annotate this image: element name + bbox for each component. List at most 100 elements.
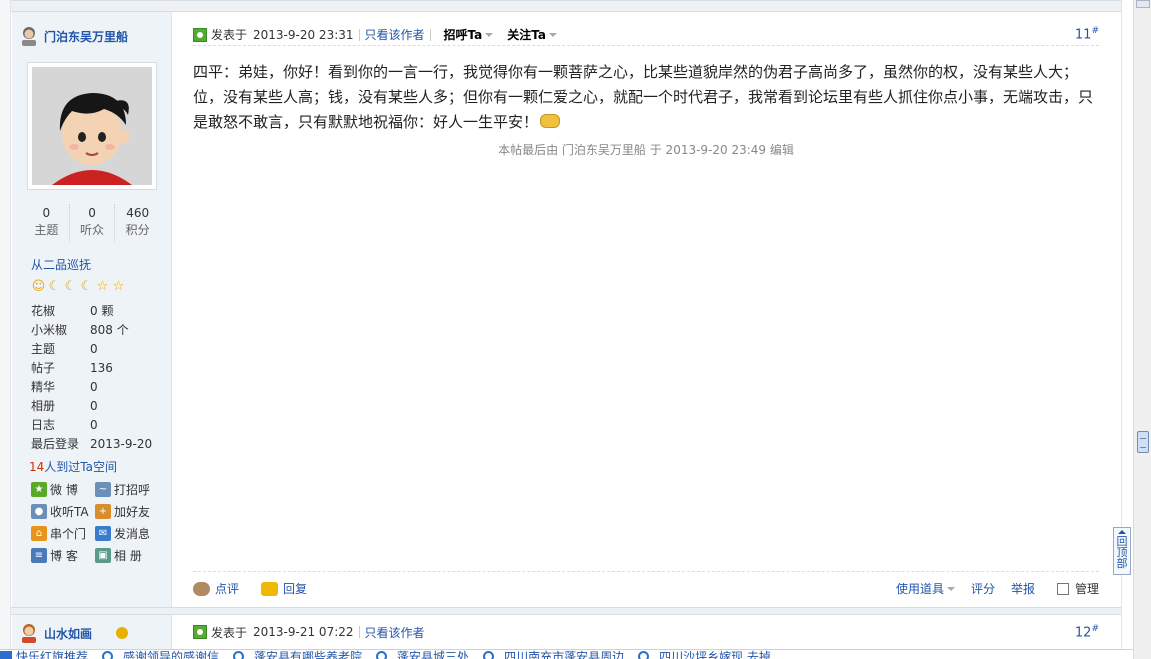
action-label: 串个门 bbox=[50, 527, 87, 541]
stat-threads[interactable]: 0 主题 bbox=[24, 204, 70, 242]
weibo-icon: ★ bbox=[31, 482, 47, 497]
floor-number[interactable]: 11# bbox=[1075, 26, 1099, 42]
floor-mark: # bbox=[1091, 26, 1099, 37]
message-button[interactable]: ✉ 发消息 bbox=[95, 525, 165, 542]
post-author-icon bbox=[193, 27, 207, 42]
album-button[interactable]: ▣ 相 册 bbox=[95, 547, 165, 564]
scrollbar-thumb[interactable] bbox=[1137, 431, 1149, 453]
author-name[interactable]: 门泊东吴万里船 bbox=[44, 28, 128, 45]
visits-text: 人到过Ta空间 bbox=[44, 460, 117, 474]
manage-checkbox[interactable]: 管理 bbox=[1056, 580, 1099, 597]
manage-label: 管理 bbox=[1074, 582, 1099, 596]
posted-date: 2013-9-20 23:31 bbox=[253, 27, 354, 42]
edit-note: 本帖最后由 门泊东吴万里船 于 2013-9-20 23:49 编辑 bbox=[498, 143, 794, 157]
action-label: 微 博 bbox=[50, 483, 78, 497]
posted-label: 发表于 bbox=[211, 625, 248, 640]
prop-key: 花椒 bbox=[31, 304, 56, 318]
rank-title[interactable]: 从二品巡抚 bbox=[31, 256, 91, 273]
action-label: 加好友 bbox=[114, 505, 151, 519]
wave-icon: ~ bbox=[95, 482, 111, 497]
bottom-link-label: 四川南充市蓬安县周边 bbox=[504, 650, 625, 659]
bottom-link-label: 感谢领导的感谢信 bbox=[123, 650, 220, 659]
stat-label: 积分 bbox=[125, 223, 150, 237]
floor-number[interactable]: 12# bbox=[1075, 624, 1099, 640]
message-icon: ✉ bbox=[95, 526, 111, 541]
prop-value: 2013-9-20 bbox=[90, 437, 153, 451]
weibo-button[interactable]: ★ 微 博 bbox=[31, 481, 95, 498]
scroll-up-arrow[interactable] bbox=[1136, 0, 1150, 8]
only-author-link[interactable]: 只看该作者 bbox=[365, 26, 425, 43]
reply-icon bbox=[261, 581, 279, 596]
handshake-icon bbox=[540, 114, 561, 128]
visit-button[interactable]: ⌂ 串个门 bbox=[31, 525, 95, 542]
prop-key: 精华 bbox=[31, 380, 56, 394]
posted-date: 2013-9-21 07:22 bbox=[253, 625, 354, 639]
home-icon: ⌂ bbox=[31, 526, 47, 541]
comment-label: 点评 bbox=[215, 582, 240, 596]
blog-icon: ≡ bbox=[31, 548, 47, 563]
listen-button[interactable]: ● 收听TA bbox=[31, 503, 95, 520]
stat-value: 460 bbox=[126, 206, 150, 220]
link-icon bbox=[102, 651, 114, 659]
avatar[interactable] bbox=[27, 62, 157, 190]
author-row: 门泊东吴万里船 bbox=[18, 24, 128, 48]
author-stats: 0 主题 0 听众 460 积分 bbox=[24, 204, 160, 242]
bottom-link[interactable]: 蓬安县有哪些养老院 bbox=[233, 650, 362, 659]
author-row: 山水如画 bbox=[18, 622, 129, 644]
blog-button[interactable]: ≡ 博 客 bbox=[31, 547, 95, 564]
floor-value: 12 bbox=[1074, 625, 1092, 641]
star-icon: ☆ bbox=[112, 279, 125, 294]
stat-label: 主题 bbox=[34, 223, 59, 237]
stat-value: 0 bbox=[42, 206, 51, 220]
bottom-link-label: 四川沙坪乡嫁现 去掉 bbox=[659, 650, 771, 659]
bottom-link[interactable]: 四川沙坪乡嫁现 去掉 bbox=[638, 650, 771, 659]
add-friend-button[interactable]: + 加好友 bbox=[95, 503, 165, 520]
author-props: 花椒 0 颗 小米椒 808 个 主题 0 帖子 136 精华 0 相册 0 日志 0 最后登… bbox=[31, 302, 169, 454]
moon-icon: ☾ bbox=[64, 279, 77, 294]
link-icon bbox=[483, 651, 495, 659]
rate-link[interactable]: 评分 bbox=[971, 580, 995, 597]
greet-button[interactable]: ~ 打招呼 bbox=[95, 481, 165, 498]
divider bbox=[429, 28, 431, 41]
prop-value: 808 个 bbox=[90, 323, 129, 337]
moon-icon: ☾ bbox=[48, 279, 61, 294]
back-to-top-button[interactable]: 回顶部 bbox=[1113, 527, 1131, 575]
prop-row: 花椒 0 颗 bbox=[31, 302, 169, 321]
prop-row: 精华 0 bbox=[31, 378, 169, 397]
bottom-links-bar: 快乐红旗推荐 感谢领导的感谢信 蓬安县有哪些养老院 蓬安县城三处 四川南充市蓬安… bbox=[0, 649, 1133, 659]
prop-row: 帖子 136 bbox=[31, 359, 169, 378]
only-author-link[interactable]: 只看该作者 bbox=[365, 624, 425, 641]
stat-points[interactable]: 460 积分 bbox=[115, 204, 160, 242]
bottom-link-label: 蓬安县有哪些养老院 bbox=[254, 650, 363, 659]
reply-label: 回复 bbox=[283, 582, 308, 596]
divider bbox=[358, 626, 360, 638]
checkbox[interactable] bbox=[1056, 582, 1069, 595]
rank-icons: ☺ ☾ ☾ ☾ ☆ ☆ bbox=[31, 279, 126, 295]
link-icon bbox=[376, 651, 388, 659]
post-header: 发表于 2013-9-21 07:22 只看该作者 12# bbox=[193, 622, 1099, 642]
left-strip bbox=[0, 0, 11, 659]
vertical-scrollbar[interactable] bbox=[1133, 0, 1151, 659]
bottom-link-label: 蓬安县城三处 bbox=[397, 650, 470, 659]
bottom-link[interactable]: 蓬安县城三处 bbox=[376, 650, 469, 659]
bottom-link[interactable]: 四川南充市蓬安县周边 bbox=[483, 650, 624, 659]
bottom-link[interactable]: 快乐红旗推荐 bbox=[0, 650, 88, 659]
comment-button[interactable]: 点评 bbox=[193, 580, 239, 597]
bottom-link[interactable]: 感谢领导的感谢信 bbox=[102, 650, 219, 659]
post-footer: 点评 回复 使用道具 评分 举报 管理 bbox=[193, 571, 1099, 605]
author-name[interactable]: 山水如画 bbox=[44, 625, 92, 642]
prop-row: 日志 0 bbox=[31, 416, 169, 435]
greet-menu[interactable]: 招呼Ta bbox=[444, 26, 494, 43]
prop-key: 最后登录 bbox=[31, 437, 80, 451]
prop-value: 0 bbox=[90, 418, 98, 432]
stat-listeners[interactable]: 0 听众 bbox=[70, 204, 116, 242]
follow-menu[interactable]: 关注Ta bbox=[507, 26, 558, 43]
post-author-icon bbox=[193, 625, 207, 639]
space-visits[interactable]: 14人到过Ta空间 bbox=[29, 458, 117, 475]
action-label: 打招呼 bbox=[114, 483, 151, 497]
prop-value: 136 bbox=[90, 361, 113, 375]
reply-button[interactable]: 回复 bbox=[261, 580, 307, 597]
star-icon: ☆ bbox=[96, 279, 109, 294]
report-link[interactable]: 举报 bbox=[1011, 580, 1035, 597]
use-tool-menu[interactable]: 使用道具 bbox=[896, 580, 955, 597]
